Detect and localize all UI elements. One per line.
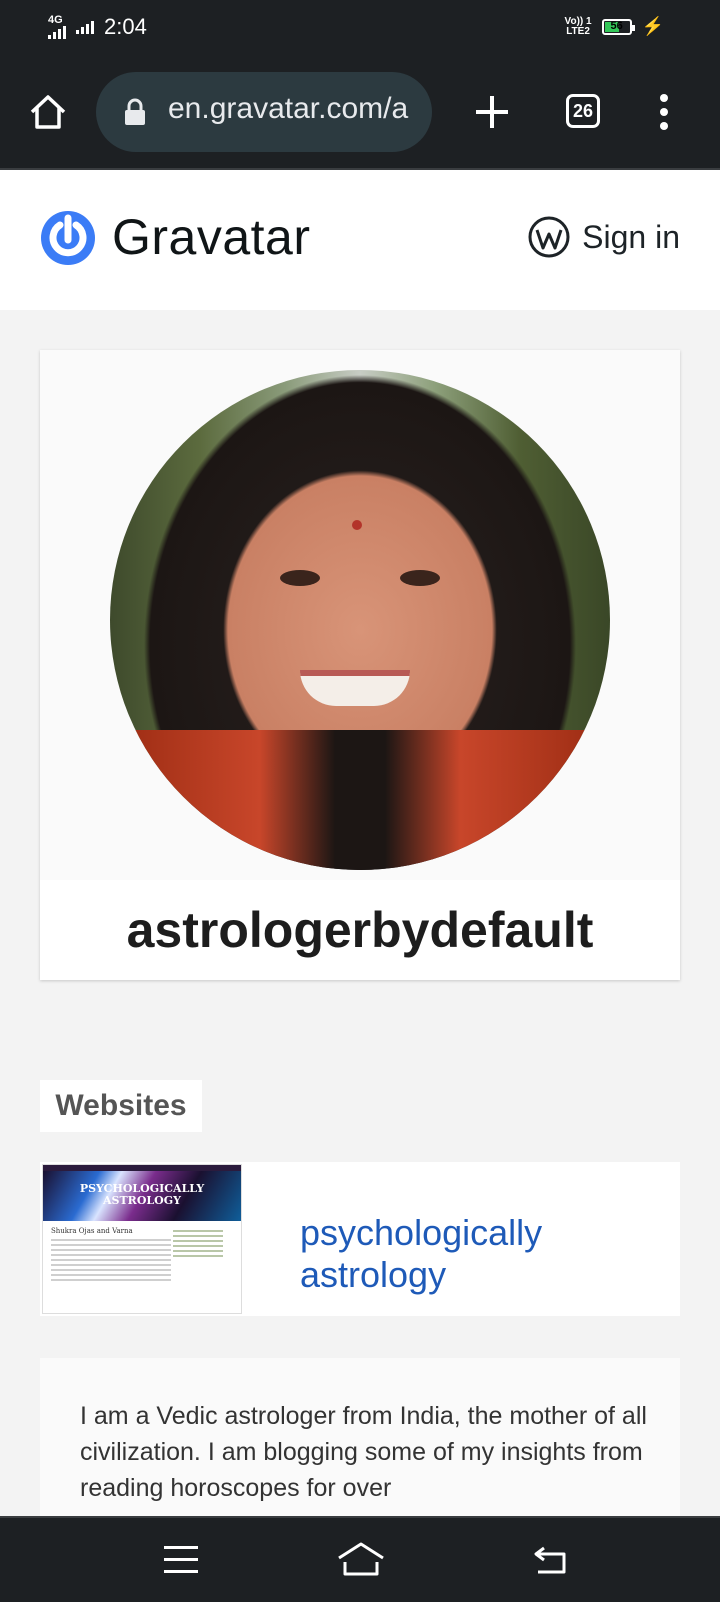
- website-link-line1: psychologically: [300, 1212, 543, 1253]
- overflow-menu-icon[interactable]: [652, 94, 676, 134]
- brand-wordmark[interactable]: Gravatar: [112, 208, 311, 266]
- network-type: 4G: [48, 14, 63, 26]
- battery-level: 56: [610, 19, 623, 32]
- website-link[interactable]: psychologically astrology: [300, 1212, 542, 1296]
- status-bar: 4G 2:04 Vo)) 1 LTE2 56 ⚡: [0, 0, 720, 56]
- profile-card: astrologerbydefault: [40, 350, 680, 980]
- website-link-line2: astrology: [300, 1254, 447, 1295]
- status-left: 4G 2:04: [48, 14, 147, 40]
- website-card[interactable]: PSYCHOLOGICALLY ASTROLOGY Shukra Ojas an…: [40, 1162, 680, 1316]
- nav-home-icon[interactable]: [336, 1540, 386, 1580]
- about-card: I am a Vedic astrologer from India, the …: [40, 1358, 680, 1518]
- charging-icon: ⚡: [641, 16, 664, 36]
- battery-icon: 56: [601, 18, 635, 35]
- sign-in-label: Sign in: [582, 218, 680, 255]
- new-tab-icon[interactable]: [470, 90, 514, 134]
- about-text: I am a Vedic astrologer from India, the …: [80, 1402, 647, 1502]
- lock-icon: [125, 98, 145, 125]
- home-icon[interactable]: [28, 92, 68, 132]
- websites-heading: Websites: [40, 1080, 202, 1132]
- back-icon[interactable]: [530, 1542, 570, 1578]
- thumb-site-title: PSYCHOLOGICALLY ASTROLOGY: [43, 1171, 241, 1221]
- wordpress-icon: [528, 216, 570, 258]
- tab-switcher-button[interactable]: 26: [566, 94, 600, 128]
- sign-in-button[interactable]: Sign in: [528, 216, 680, 258]
- recents-menu-icon[interactable]: [164, 1546, 198, 1574]
- signal-icon-2: [76, 20, 94, 34]
- website-thumbnail[interactable]: PSYCHOLOGICALLY ASTROLOGY Shukra Ojas an…: [42, 1164, 242, 1314]
- clock: 2:04: [104, 14, 147, 39]
- site-header: Gravatar Sign in: [0, 170, 720, 310]
- system-nav-bar: [0, 1516, 720, 1602]
- signal-icon: [48, 25, 66, 39]
- status-right: Vo)) 1 LTE2 56 ⚡: [565, 16, 664, 37]
- volte-indicator: Vo)) 1 LTE2: [564, 15, 592, 37]
- avatar: [110, 370, 610, 870]
- profile-username: astrologerbydefault: [40, 880, 680, 980]
- address-bar[interactable]: en.gravatar.com/a: [96, 72, 432, 152]
- browser-toolbar: en.gravatar.com/a 26: [0, 56, 720, 170]
- url-text: en.gravatar.com/a: [168, 92, 409, 125]
- gravatar-logo-icon[interactable]: [40, 210, 96, 266]
